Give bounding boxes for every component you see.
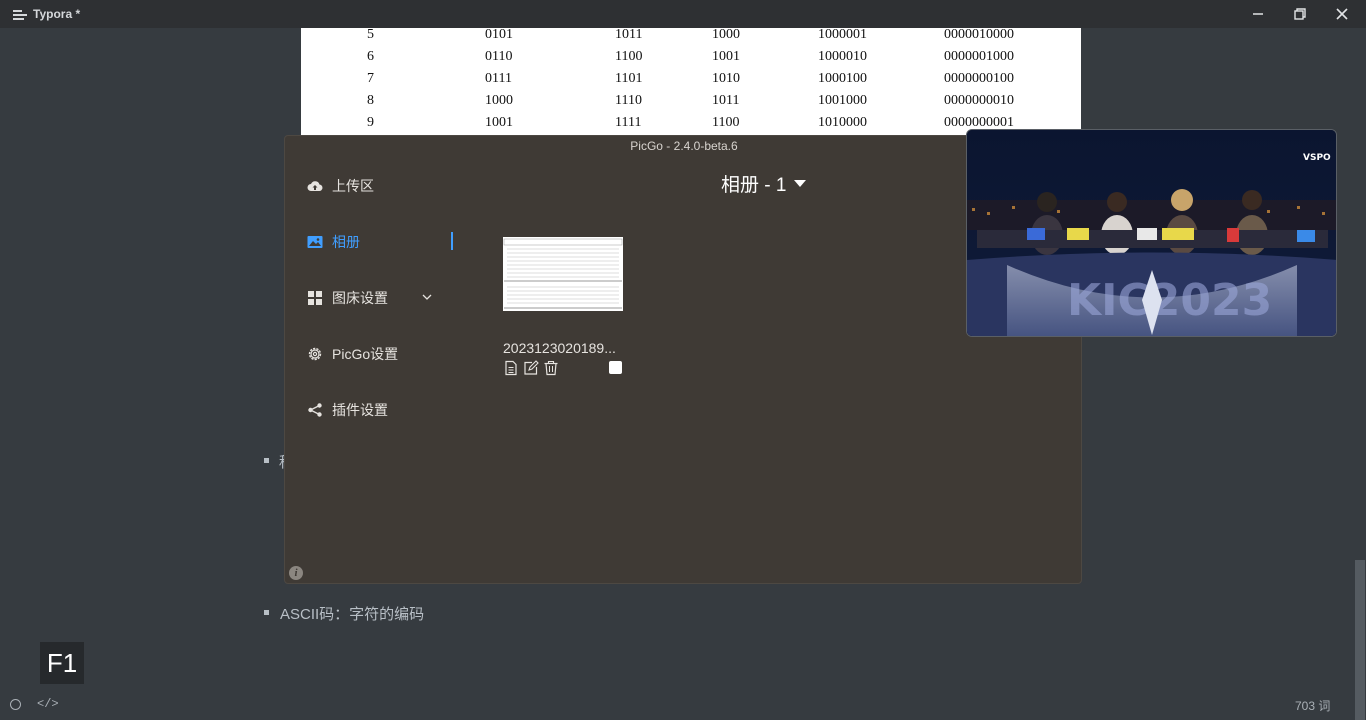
nav-image-host-settings[interactable]: 图床设置 (307, 287, 388, 309)
word-count[interactable]: 703 词 (1295, 697, 1330, 714)
ascii-bullet-text[interactable]: ASCII码：字符的编码 (280, 603, 424, 624)
close-icon (1336, 8, 1348, 20)
image-filename: 2023123020189... (503, 340, 616, 356)
nav-upload-label: 上传区 (332, 178, 374, 194)
nav-picgo-settings[interactable]: PicGo设置 (307, 343, 398, 365)
source-code-toggle[interactable]: </> (37, 697, 59, 711)
svg-text:KIC2023: KIC2023 (1067, 275, 1272, 326)
sidebar-toggle-icon[interactable] (10, 699, 21, 710)
image-icon (307, 236, 323, 248)
table-row: 6 0110 1100 1001 1000010 0000001000 (367, 49, 1014, 64)
album-selector[interactable]: 相册 - 1 (721, 170, 807, 197)
restore-button[interactable] (1280, 0, 1320, 28)
hamburger-menu-icon[interactable] (13, 9, 27, 20)
nav-album-label: 相册 (332, 234, 360, 250)
nav-album[interactable]: 相册 (307, 231, 360, 253)
picgo-window: PicGo - 2.4.0-beta.6 上传区 相册 图床设置 PicGo设置… (284, 135, 1082, 584)
table-row: 9 1001 1111 1100 1010000 0000000001 (367, 115, 1014, 130)
app-title: Typora * (33, 7, 81, 21)
cloud-upload-icon (307, 181, 323, 192)
svg-text:VSPO: VSPO (1303, 153, 1331, 163)
select-checkbox[interactable] (609, 361, 622, 374)
nav-image-host-label: 图床设置 (332, 290, 388, 306)
table-row: 7 0111 1101 1010 1000100 0000000100 (367, 71, 1014, 86)
table-row: 5 0101 1011 1000 1000001 0000010000 (367, 28, 1014, 42)
delete-icon[interactable] (543, 360, 559, 376)
copy-link-icon[interactable] (503, 360, 519, 376)
close-button[interactable] (1322, 0, 1362, 28)
table-row: 8 1000 1110 1011 1001000 0000000010 (367, 93, 1014, 108)
bullet-marker (264, 458, 269, 463)
share-icon (308, 403, 322, 417)
nav-plugin-settings-label: 插件设置 (332, 402, 388, 418)
nav-plugin-settings[interactable]: 插件设置 (307, 399, 388, 421)
edit-icon[interactable] (523, 360, 539, 376)
minimize-icon (1253, 13, 1263, 15)
gear-icon (308, 347, 322, 361)
caret-down-icon (794, 180, 807, 187)
active-indicator (451, 232, 453, 250)
bullet-marker (264, 610, 269, 615)
nav-upload[interactable]: 上传区 (307, 175, 374, 197)
restore-icon (1294, 8, 1306, 20)
thumbnail-table-graphic (503, 238, 623, 309)
image-thumbnail[interactable] (503, 237, 623, 311)
key-hint-f1: F1 (40, 642, 84, 684)
scrollbar-thumb[interactable] (1355, 560, 1365, 720)
grid-icon (308, 291, 322, 305)
nav-picgo-settings-label: PicGo设置 (332, 346, 399, 362)
info-icon[interactable]: i (289, 566, 303, 580)
title-bar: Typora * (0, 0, 1366, 28)
album-title: 相册 - 1 (721, 175, 787, 196)
video-frame-graphic: KIC2023 VSPO (967, 130, 1336, 336)
picgo-title: PicGo - 2.4.0-beta.6 (630, 139, 738, 153)
video-overlay[interactable]: KIC2023 VSPO (966, 129, 1337, 337)
document-table-image: 5 0101 1011 1000 1000001 0000010000 6 0110 1100… (301, 28, 1081, 135)
minimize-button[interactable] (1238, 0, 1278, 28)
chevron-down-icon[interactable] (422, 293, 432, 301)
